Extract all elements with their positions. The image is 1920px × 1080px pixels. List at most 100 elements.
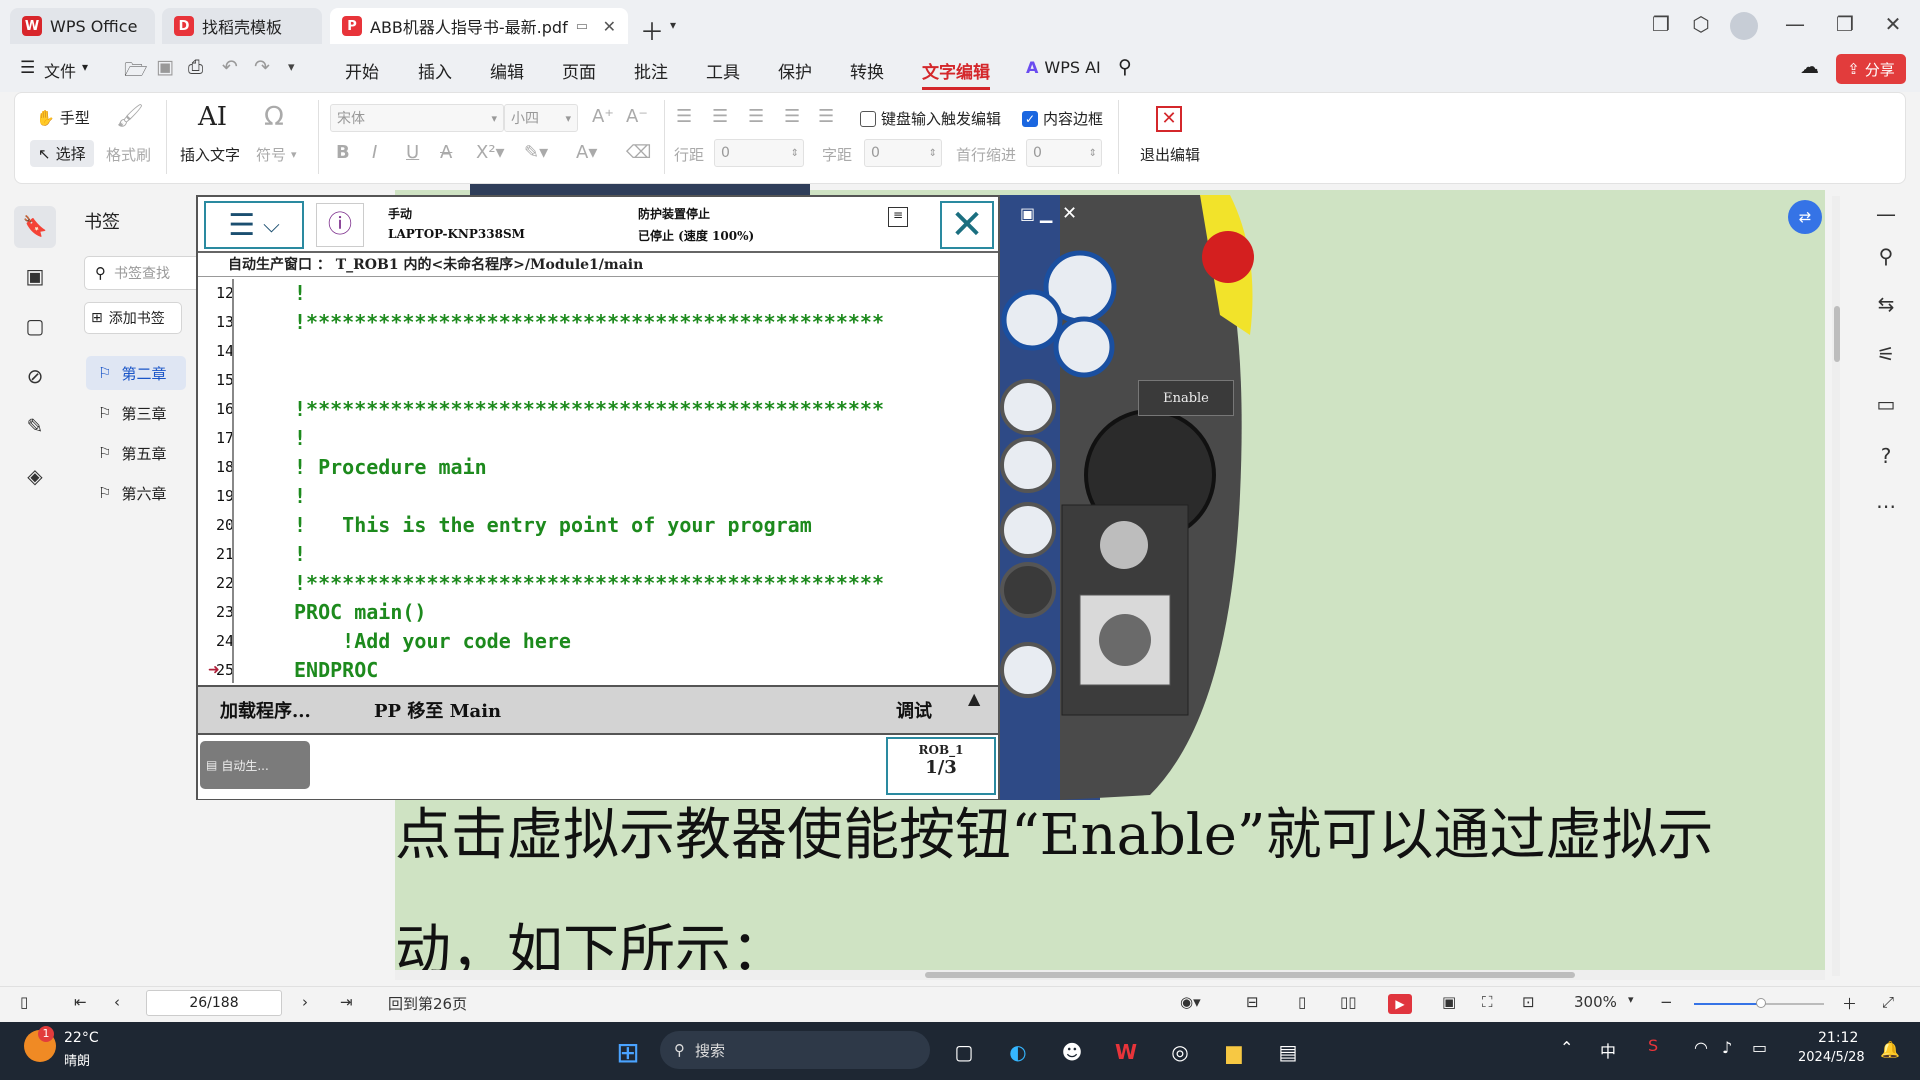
minimize-icon[interactable]: — — [1780, 12, 1810, 36]
adjust-icon[interactable]: ⚟ — [1872, 342, 1900, 366]
windows-start-icon[interactable]: ⊞ — [610, 1034, 646, 1070]
first-page-icon[interactable]: ⇤ — [74, 993, 87, 1011]
notification-bell-icon[interactable]: 🔔 — [1880, 1040, 1900, 1059]
more-icon[interactable]: ⋯ — [1872, 494, 1900, 518]
font-family-select[interactable]: 宋体 ▾ — [330, 104, 504, 132]
clock-date[interactable]: 2024/5/28 — [1798, 1050, 1865, 1065]
close-tab-icon[interactable]: ✕ — [603, 17, 616, 36]
zoom-out-icon[interactable]: − — [1660, 993, 1673, 1011]
bookmark-icon[interactable]: 🔖 — [22, 214, 48, 240]
code-line[interactable]: 24 !Add your code here — [198, 627, 998, 656]
sidebar-toggle-icon[interactable]: ▯ — [20, 993, 28, 1011]
signature-icon[interactable]: ✎ — [22, 414, 48, 440]
code-line[interactable]: 15 — [198, 366, 998, 395]
thumbnail-icon[interactable]: ▣ — [22, 264, 48, 290]
code-line[interactable]: 22 !*************************************… — [198, 569, 998, 598]
next-page-icon[interactable]: › — [302, 993, 308, 1011]
key-switch-cap[interactable] — [1100, 521, 1148, 569]
code-line[interactable]: 20 ! This is the entry point of your prog… — [198, 511, 998, 540]
menu-protect[interactable]: 保护 — [778, 58, 812, 83]
emergency-stop-button[interactable] — [1202, 231, 1254, 283]
book-view-icon[interactable]: ▣ — [1442, 993, 1456, 1011]
edge-browser-icon[interactable]: ◐ — [1000, 1034, 1036, 1070]
translate-icon[interactable]: ⇆ — [1872, 292, 1900, 316]
back-to-page-link[interactable]: 回到第26页 — [388, 993, 467, 1014]
add-bookmark-button[interactable]: ⊞ 添加书签 — [84, 302, 182, 334]
code-line[interactable]: 14 — [198, 337, 998, 366]
ime-indicator[interactable]: 中 — [1600, 1038, 1616, 1062]
pendant-menu-button[interactable]: ☰ ⌵ — [204, 201, 304, 249]
zoom-slider-thumb[interactable] — [1756, 998, 1766, 1008]
exit-edit-icon[interactable]: ✕ — [1156, 106, 1182, 132]
pendant-key-button[interactable] — [1000, 562, 1056, 618]
volume-icon[interactable]: ♪ — [1722, 1038, 1732, 1057]
search-icon[interactable]: ⚲ — [1872, 244, 1900, 268]
zoom-level[interactable]: 300% — [1574, 993, 1617, 1011]
menu-page[interactable]: 页面 — [562, 58, 596, 83]
page-number-input[interactable]: 26/188 — [146, 990, 282, 1016]
save-icon[interactable]: ▣ — [156, 56, 174, 78]
insert-text-icon[interactable]: AI — [198, 102, 227, 132]
hamburger-icon[interactable]: ☰ — [20, 58, 35, 78]
fit-width-icon[interactable]: ⊟ — [1246, 993, 1259, 1011]
two-page-icon[interactable]: ▯▯ — [1340, 993, 1357, 1011]
collapse-up-icon[interactable]: ▲ — [968, 689, 980, 708]
menu-start[interactable]: 开始 — [345, 58, 379, 83]
single-page-icon[interactable]: ▯ — [1298, 993, 1306, 1011]
attachment-icon[interactable]: ⊘ — [22, 364, 48, 390]
translate-float-button[interactable]: ⇄ — [1788, 200, 1822, 234]
mode-key[interactable] — [1099, 614, 1151, 666]
battery-icon[interactable]: ▭ — [1752, 1038, 1767, 1057]
zoom-dropdown-icon[interactable]: ▾ — [1628, 993, 1634, 1006]
wps-ai-button[interactable]: A WPS AI — [1026, 58, 1101, 77]
code-line[interactable]: 19! — [198, 482, 998, 511]
crop-icon[interactable]: ⊡ — [1522, 993, 1535, 1011]
pendant-key-button[interactable] — [1000, 437, 1056, 493]
char-spacing-input[interactable]: 0 ⇕ — [864, 139, 942, 167]
pendant-key-button[interactable] — [1000, 502, 1056, 558]
tray-chevron-icon[interactable]: ⌃ — [1560, 1038, 1573, 1057]
chevron-down-icon[interactable]: ▾ — [82, 60, 88, 74]
fullscreen-icon[interactable]: ⤢ — [1882, 993, 1894, 1011]
code-line[interactable]: 17! — [198, 424, 998, 453]
layers-icon[interactable]: ◈ — [22, 464, 48, 490]
task-view-icon[interactable]: ▢ — [946, 1034, 982, 1070]
tab-docer[interactable]: D 找稻壳模板 — [162, 8, 322, 44]
pendant-key-button[interactable] — [1000, 642, 1056, 698]
qq-icon[interactable]: ☻ — [1054, 1034, 1090, 1070]
code-editor[interactable]: 12! 13 !**********************************… — [198, 279, 998, 683]
file-menu[interactable]: 文件 — [44, 58, 76, 82]
code-line[interactable]: 23 PROC main() — [198, 598, 998, 627]
bookmark-item[interactable]: ⚐ 第二章 — [86, 356, 186, 390]
help-icon[interactable]: ? — [1872, 444, 1900, 468]
cube-icon[interactable]: ⬡ — [1686, 12, 1716, 36]
eye-icon[interactable]: ◉▾ — [1180, 993, 1201, 1011]
new-tab-icon[interactable]: ＋ — [640, 12, 664, 47]
print-icon[interactable]: ⎙ — [188, 56, 203, 78]
zoom-in-icon[interactable]: ＋ — [1842, 993, 1857, 1014]
avatar[interactable] — [1730, 12, 1758, 40]
pendant-key-button[interactable] — [1053, 316, 1115, 378]
wifi-icon[interactable]: ◠ — [1694, 1038, 1708, 1057]
tab-wps-office[interactable]: W WPS Office — [10, 8, 155, 44]
minimize-icon[interactable]: ▁ — [1039, 204, 1053, 223]
play-icon[interactable]: ▶ — [1388, 994, 1412, 1014]
menu-text-edit[interactable]: 文字编辑 — [922, 58, 990, 90]
code-line[interactable]: 18 ! Procedure main — [198, 453, 998, 482]
sogou-icon[interactable]: S — [1648, 1036, 1658, 1055]
last-page-icon[interactable]: ⇥ — [340, 993, 353, 1011]
pp-to-main-button[interactable]: PP 移至 Main — [374, 697, 501, 723]
robot-quickset-button[interactable]: ROB_1 1/3 — [886, 737, 996, 795]
tab-pdf-document[interactable]: P ABB机器人指导书-最新.pdf ▭ ✕ — [330, 8, 628, 44]
menu-convert[interactable]: 转换 — [850, 58, 884, 83]
select-tool-button[interactable]: ↖ 选择 — [30, 140, 94, 167]
bookmark-item[interactable]: ⚐ 第六章 — [86, 476, 186, 510]
menu-annotate[interactable]: 批注 — [634, 58, 668, 83]
menu-insert[interactable]: 插入 — [418, 58, 452, 83]
quick-access-chevron-icon[interactable]: ▾ — [288, 60, 295, 75]
first-indent-input[interactable]: 0 ⇕ — [1026, 139, 1102, 167]
taskbar-search[interactable]: ⚲ 搜索 — [660, 1031, 930, 1069]
pendant-key-button[interactable] — [1001, 289, 1063, 351]
close-window-icon[interactable]: ✕ — [1878, 12, 1908, 36]
fit-page-icon[interactable]: ⛶ — [1482, 993, 1493, 1011]
